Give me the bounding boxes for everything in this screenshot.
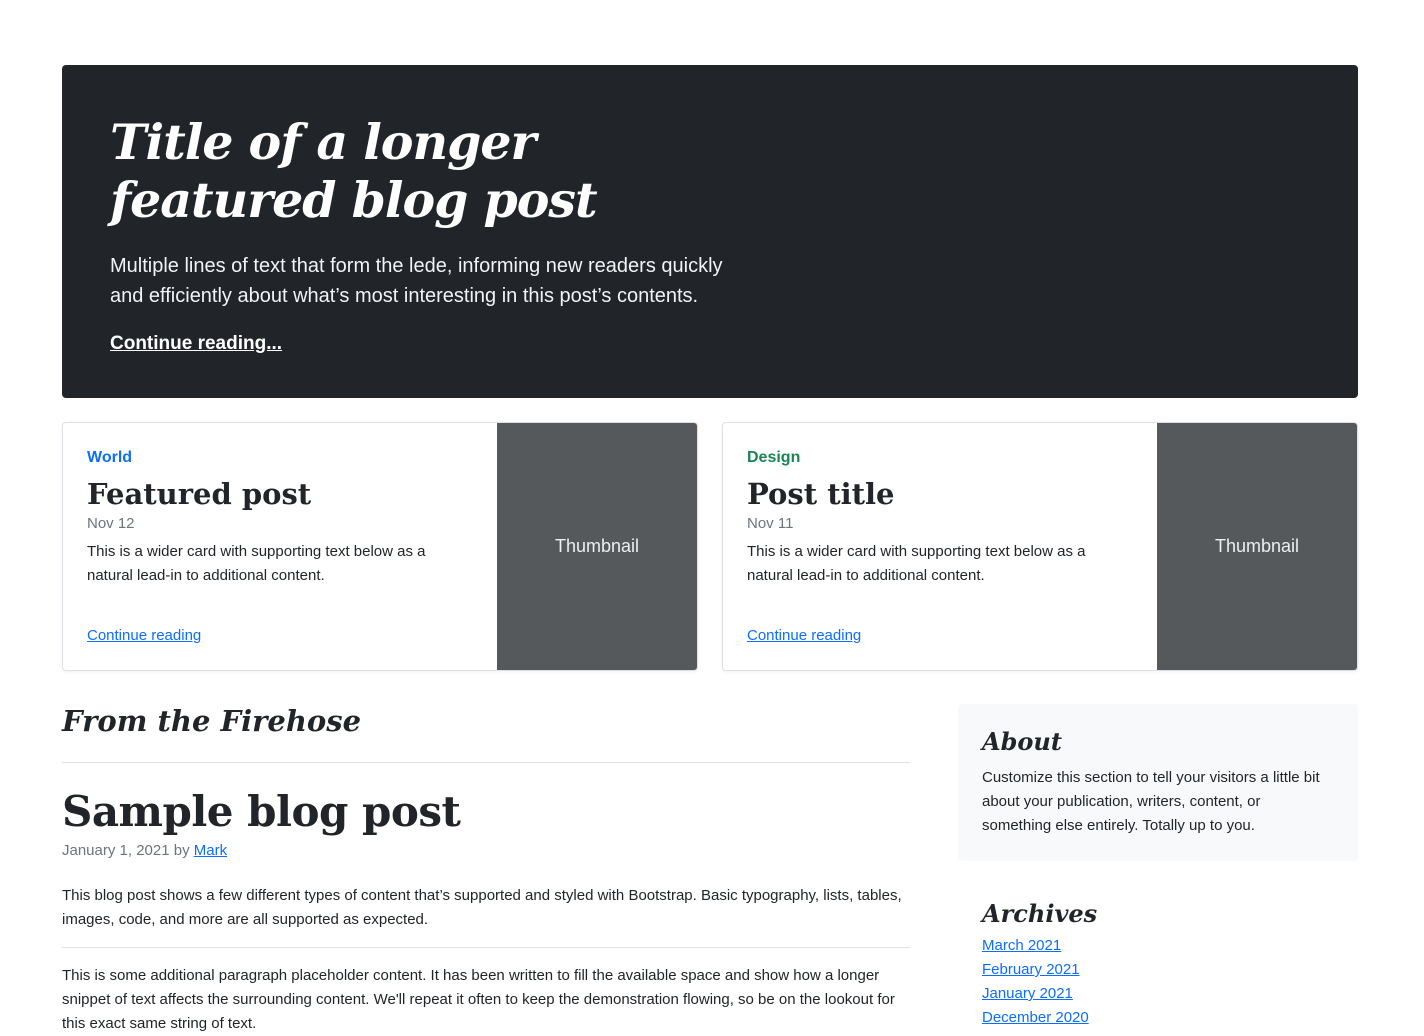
card-text: This is a wider card with supporting tex… [87, 543, 426, 584]
archive-link[interactable]: March 2021 [982, 937, 1061, 954]
post-paragraph: This is some additional paragraph placeh… [62, 967, 895, 1032]
card-title: Post title [747, 477, 895, 511]
about-heading: About [982, 727, 1062, 756]
post-title-card: Design Post title Nov 11 This is a wider… [722, 422, 1358, 671]
hero-title: Title of a longer featured blog post [110, 113, 598, 229]
card-date: Nov 11 [747, 515, 794, 532]
about-text: Customize this section to tell your visi… [982, 769, 1320, 834]
post-meta: January 1, 2021 by Mark [62, 842, 227, 859]
card-thumbnail: Thumbnail [497, 423, 697, 670]
card-title: Featured post [87, 477, 312, 511]
featured-hero: Title of a longer featured blog post Mul… [62, 65, 1358, 398]
hero-continue-reading-link[interactable]: Continue reading... [110, 333, 282, 355]
archive-link[interactable]: February 2021 [982, 961, 1080, 978]
featured-post-card: World Featured post Nov 12 This is a wid… [62, 422, 698, 671]
card-date: Nov 12 [87, 515, 135, 532]
list-item: February 2021 [982, 958, 1332, 982]
post-intro: This blog post shows a few different typ… [62, 887, 902, 928]
about-box: About Customize this section to tell you… [958, 704, 1358, 861]
list-item: December 2020 [982, 1006, 1332, 1030]
archives-heading: Archives [982, 899, 1098, 928]
card-category: Design [747, 449, 801, 466]
archive-link[interactable]: December 2020 [982, 1009, 1089, 1026]
card-body: Design Post title Nov 11 This is a wider… [747, 449, 1137, 588]
thumbnail-label: Thumbnail [1214, 536, 1300, 556]
card-body: World Featured post Nov 12 This is a wid… [87, 449, 477, 588]
hero-lede: Multiple lines of text that form the led… [110, 255, 723, 307]
archive-link[interactable]: January 2021 [982, 985, 1073, 1002]
card-thumbnail: Thumbnail [1157, 423, 1357, 670]
list-item: March 2021 [982, 934, 1332, 958]
post-author-link[interactable]: Mark [194, 842, 227, 859]
post-divider [62, 947, 910, 948]
archives-section: Archives March 2021 February 2021 Januar… [982, 898, 1332, 1030]
thumbnail-label: Thumbnail [554, 536, 640, 556]
post-title: Sample blog post [62, 787, 461, 836]
section-heading: From the Firehose [62, 704, 362, 738]
archives-list: March 2021 February 2021 January 2021 De… [982, 934, 1332, 1030]
card-continue-reading-link[interactable]: Continue reading [87, 627, 201, 644]
card-text: This is a wider card with supporting tex… [747, 543, 1086, 584]
card-continue-reading-link[interactable]: Continue reading [747, 627, 861, 644]
card-category: World [87, 449, 133, 466]
list-item: January 2021 [982, 982, 1332, 1006]
post-date: January 1, 2021 by [62, 842, 190, 859]
section-divider [62, 762, 910, 763]
